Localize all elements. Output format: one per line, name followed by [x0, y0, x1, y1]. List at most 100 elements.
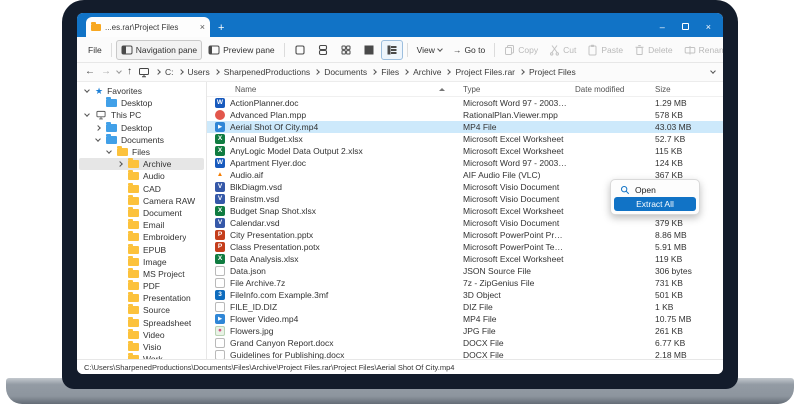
- file-row-file-archive-7z[interactable]: File Archive.7z7z - ZipGenius File731 KB: [207, 277, 723, 289]
- file-type: JSON Source File: [455, 266, 567, 276]
- sidebar-item-ms-project[interactable]: MS Project: [79, 268, 204, 280]
- file-row-file-id-diz[interactable]: FILE_ID.DIZDIZ File1 KB: [207, 301, 723, 313]
- view-extra-large-button[interactable]: [289, 40, 311, 60]
- sidebar-item-source[interactable]: Source: [79, 304, 204, 316]
- sidebar-item-visio[interactable]: Visio: [79, 341, 204, 353]
- file-row-flower-video-mp4[interactable]: ▶Flower Video.mp4MP4 File10.75 MB: [207, 313, 723, 325]
- back-button[interactable]: ←: [85, 67, 95, 77]
- file-name: FileInfo.com Example.3mf: [230, 290, 328, 300]
- address-dropdown-icon[interactable]: [710, 68, 716, 74]
- breadcrumb-item-archive[interactable]: Archive: [413, 67, 441, 77]
- rename-button[interactable]: Rename: [679, 40, 723, 60]
- maximize-button[interactable]: [682, 23, 689, 32]
- breadcrumb-item-project-files[interactable]: Project Files: [529, 67, 576, 77]
- preview-pane-toggle[interactable]: Preview pane: [203, 40, 280, 60]
- go-to-button[interactable]: →Go to: [448, 41, 490, 59]
- sidebar-item-work[interactable]: Work: [79, 353, 204, 359]
- close-button[interactable]: ×: [706, 23, 711, 32]
- explorer-tab[interactable]: ...es.rar\Project Files ×: [86, 17, 210, 37]
- file-name-cell: Guidelines for Publishing.docx: [207, 350, 455, 359]
- file-row-guidelines-for-publishing-docx[interactable]: Guidelines for Publishing.docxDOCX File2…: [207, 349, 723, 359]
- expander-icon[interactable]: [105, 151, 113, 153]
- new-tab-button[interactable]: +: [218, 23, 224, 34]
- page-file-icon: [215, 302, 225, 312]
- sidebar-item-cad[interactable]: CAD: [79, 183, 204, 195]
- sidebar-item-document[interactable]: Document: [79, 207, 204, 219]
- file-row-calendar-vsd[interactable]: VCalendar.vsdMicrosoft Visio Document379…: [207, 217, 723, 229]
- sidebar-item-video[interactable]: Video: [79, 329, 204, 341]
- expander-icon[interactable]: [94, 139, 102, 141]
- breadcrumb-item-files[interactable]: Files: [381, 67, 399, 77]
- file-row-advanced-plan-mpp[interactable]: Advanced Plan.mppRationalPlan.Viewer.mpp…: [207, 109, 723, 121]
- view-small-button[interactable]: [358, 40, 380, 60]
- context-menu-item-extract-all[interactable]: Extract All: [614, 197, 696, 211]
- breadcrumb-item-documents[interactable]: Documents: [324, 67, 367, 77]
- file-size: 52.7 KB: [647, 134, 723, 144]
- sidebar-item-presentation[interactable]: Presentation: [79, 292, 204, 304]
- expander-icon[interactable]: [94, 126, 102, 130]
- folder-icon: [128, 172, 139, 180]
- file-type: Microsoft Excel Worksheet: [455, 206, 567, 216]
- sidebar-item-camera-raw[interactable]: Camera RAW: [79, 195, 204, 207]
- sidebar-item-epub[interactable]: EPUB: [79, 243, 204, 255]
- file-row-data-json[interactable]: Data.jsonJSON Source File306 bytes: [207, 265, 723, 277]
- sidebar-item-spreadsheet[interactable]: Spreadsheet: [79, 317, 204, 329]
- recent-locations-icon[interactable]: [116, 68, 122, 74]
- up-button[interactable]: ↑: [127, 67, 132, 77]
- file-row-apartment-flyer-doc[interactable]: WApartment Flyer.docMicrosoft Word 97 - …: [207, 157, 723, 169]
- file-name: Aerial Shot Of City.mp4: [230, 122, 318, 132]
- sidebar-item-desktop[interactable]: Desktop: [79, 97, 204, 109]
- file-row-grand-canyon-report-docx[interactable]: Grand Canyon Report.docxDOCX File6.77 KB: [207, 337, 723, 349]
- sidebar-item-pdf[interactable]: PDF: [79, 280, 204, 292]
- cut-button[interactable]: Cut: [544, 40, 581, 60]
- column-header-name[interactable]: Name: [207, 85, 455, 94]
- file-row-aerial-shot-of-city-mp4[interactable]: ▶Aerial Shot Of City.mp4MP4 File43.03 MB: [207, 121, 723, 133]
- file-row-class-presentation-potx[interactable]: PClass Presentation.potxMicrosoft PowerP…: [207, 241, 723, 253]
- view-details-button[interactable]: [381, 40, 403, 60]
- tab-close-icon[interactable]: ×: [200, 22, 205, 32]
- breadcrumb-separator-icon: [178, 69, 184, 75]
- paste-button[interactable]: Paste: [582, 40, 628, 60]
- file-row-data-analysis-xlsx[interactable]: XData Analysis.xlsxMicrosoft Excel Works…: [207, 253, 723, 265]
- breadcrumb-item-c[interactable]: C:: [165, 67, 174, 77]
- sidebar-item-files[interactable]: Files: [79, 146, 204, 158]
- delete-button[interactable]: Delete: [629, 40, 678, 60]
- view-menu-button[interactable]: View: [412, 41, 447, 59]
- sidebar-item-archive[interactable]: Archive: [79, 158, 204, 170]
- file-menu-button[interactable]: File: [83, 41, 107, 59]
- sidebar-item-image[interactable]: Image: [79, 256, 204, 268]
- column-header-date[interactable]: Date modified: [567, 85, 647, 94]
- expander-icon[interactable]: [116, 162, 124, 166]
- context-menu-item-open[interactable]: Open: [614, 183, 696, 197]
- column-header-type[interactable]: Type: [455, 85, 567, 94]
- sidebar-item-this-pc[interactable]: This PC: [79, 109, 204, 121]
- expander-icon[interactable]: [83, 90, 91, 92]
- sidebar-item-email[interactable]: Email: [79, 219, 204, 231]
- sidebar-item-label: Files: [132, 147, 150, 157]
- view-medium-button[interactable]: [335, 40, 357, 60]
- sidebar-item-documents[interactable]: Documents: [79, 134, 204, 146]
- breadcrumb-item-project-files-rar[interactable]: Project Files.rar: [455, 67, 515, 77]
- view-large-button[interactable]: [312, 40, 334, 60]
- file-row-anylogic-model-data-output-2-xlsx[interactable]: XAnyLogic Model Data Output 2.xlsxMicros…: [207, 145, 723, 157]
- sidebar-item-audio[interactable]: Audio: [79, 170, 204, 182]
- file-row-actionplanner-doc[interactable]: WActionPlanner.docMicrosoft Word 97 - 20…: [207, 97, 723, 109]
- sidebar-item-label: Presentation: [143, 293, 191, 303]
- navigation-pane-toggle[interactable]: Navigation pane: [116, 40, 202, 60]
- file-row-fileinfo-com-example-3mf[interactable]: 3FileInfo.com Example.3mf3D Object501 KB: [207, 289, 723, 301]
- file-row-flowers-jpg[interactable]: ●Flowers.jpgJPG File261 KB: [207, 325, 723, 337]
- tab-folder-icon: [91, 24, 101, 31]
- forward-button[interactable]: →: [101, 67, 111, 77]
- sidebar-item-desktop[interactable]: Desktop: [79, 122, 204, 134]
- expander-icon[interactable]: [83, 114, 91, 116]
- breadcrumb-item-sharpenedproductions[interactable]: SharpenedProductions: [224, 67, 310, 77]
- minimize-button[interactable]: –: [660, 23, 665, 32]
- file-name: Grand Canyon Report.docx: [230, 338, 333, 348]
- copy-button[interactable]: Copy: [499, 40, 543, 60]
- column-header-size[interactable]: Size: [647, 85, 723, 94]
- file-row-annual-budget-xlsx[interactable]: XAnnual Budget.xlsxMicrosoft Excel Works…: [207, 133, 723, 145]
- sidebar-item-favorites[interactable]: ★Favorites: [79, 85, 204, 97]
- sidebar-item-embroidery[interactable]: Embroidery: [79, 231, 204, 243]
- file-row-city-presentation-pptx[interactable]: PCity Presentation.pptxMicrosoft PowerPo…: [207, 229, 723, 241]
- breadcrumb-item-users[interactable]: Users: [188, 67, 210, 77]
